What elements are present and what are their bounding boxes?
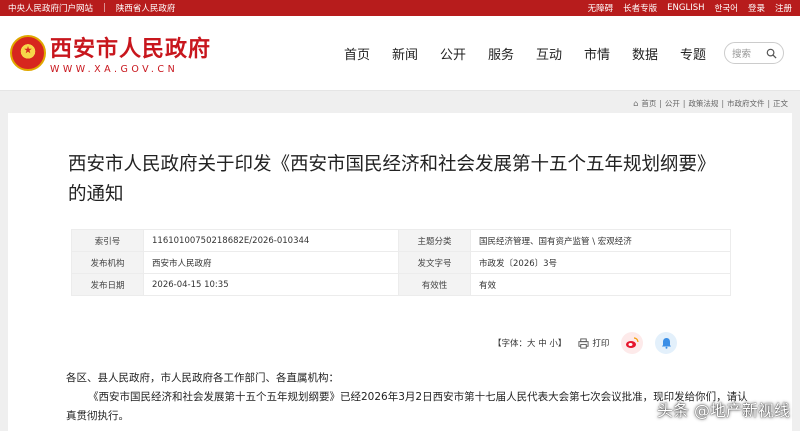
- font-size-control[interactable]: 【字体：大 中 小】: [493, 337, 566, 349]
- table-row: 发布日期 2026-04-15 10:35 有效性 有效: [71, 273, 731, 296]
- breadcrumb-sep: |: [682, 98, 686, 108]
- breadcrumb-sep: |: [721, 98, 724, 108]
- elder-mode-link[interactable]: 长者专版: [623, 2, 657, 14]
- meta-value: 国民经济管理、国有资产监管 \ 宏观经济: [470, 229, 731, 252]
- korean-link[interactable]: 한국어: [715, 2, 738, 14]
- nav-topics[interactable]: 专题: [669, 44, 717, 63]
- top-bar-links: 中央人民政府门户网站 | 陕西省人民政府: [8, 2, 175, 14]
- logo-title: 西安市人民政府: [50, 36, 212, 62]
- link-central-gov[interactable]: 中央人民政府门户网站: [8, 2, 93, 14]
- meta-key: 有效性: [398, 273, 471, 296]
- print-button[interactable]: 打印: [578, 337, 609, 349]
- site-logo[interactable]: 西安市人民政府 WWW.XA.GOV.CN: [10, 31, 310, 75]
- search-box[interactable]: 搜索: [724, 42, 784, 64]
- meta-value: 116101007502186​82E/2026-010344: [143, 229, 399, 252]
- english-link[interactable]: ENGLISH: [667, 3, 704, 13]
- meta-value: 西安市人民政府: [143, 251, 399, 274]
- logo-domain: WWW.XA.GOV.CN: [50, 64, 179, 75]
- breadcrumb-sep: |: [767, 98, 770, 108]
- divider: |: [103, 3, 106, 13]
- meta-value: 市政发〔2026〕3号: [470, 251, 731, 274]
- article-card: 西安市人民政府关于印发《西安市国民经济和社会发展第十五个五年规划纲要》的通知 索…: [8, 113, 792, 431]
- breadcrumb-public[interactable]: 公开: [665, 98, 680, 109]
- print-label: 打印: [592, 339, 610, 349]
- meta-key: 主题分类: [398, 229, 471, 252]
- nav-home[interactable]: 首页: [333, 44, 381, 63]
- search-icon[interactable]: [766, 48, 777, 59]
- article-title: 西安市人民政府关于印发《西安市国民经济和社会发展第十五个五年规划纲要》的通知: [68, 154, 716, 205]
- printer-icon: [578, 337, 589, 349]
- nav-city-info[interactable]: 市情: [573, 44, 621, 63]
- register-link[interactable]: 注册: [775, 2, 792, 14]
- weibo-share-icon[interactable]: [621, 332, 644, 354]
- meta-key: 索引号: [71, 229, 144, 252]
- watermark: 头条 @地产新视线: [656, 401, 790, 420]
- national-emblem-icon: [10, 35, 46, 71]
- top-bar-utilities: 无障碍 长者专版 ENGLISH 한국어 登录 注册: [588, 2, 792, 14]
- body-paragraph: 《西安市国民经济和社会发展第十五个五年规划纲要》已经2026年3月2日西安市第十…: [66, 391, 748, 422]
- meta-value: 2026-04-15 10:35: [143, 273, 399, 296]
- article-body: 各区、县人民政府，市人民政府各工作部门、各直属机构： 《西安市国民经济和社会发展…: [66, 369, 756, 426]
- salutation: 各区、县人民政府，市人民政府各工作部门、各直属机构：: [66, 372, 339, 384]
- breadcrumb-city-docs[interactable]: 市政府文件: [727, 98, 765, 109]
- nav-interact[interactable]: 互动: [525, 44, 573, 63]
- table-row: 发布机构 西安市人民政府 发文字号 市政发〔2026〕3号: [71, 251, 731, 274]
- document-meta-table: 索引号 116101007502186​82E/2026-010344 主题分类…: [71, 229, 731, 296]
- subscribe-bell-icon[interactable]: [655, 332, 678, 354]
- table-row: 索引号 116101007502186​82E/2026-010344 主题分类…: [71, 229, 731, 252]
- site-header: 西安市人民政府 WWW.XA.GOV.CN 首页 新闻 公开 服务 互动 市情 …: [0, 16, 800, 91]
- meta-key: 发布日期: [71, 273, 144, 296]
- breadcrumb-policy[interactable]: 政策法规: [688, 98, 718, 109]
- breadcrumb: ⌂ 首页 | 公开 | 政策法规 | 市政府文件 | 正文: [0, 93, 800, 113]
- home-icon: ⌂: [633, 98, 639, 108]
- nav-data[interactable]: 数据: [621, 44, 669, 63]
- accessibility-link[interactable]: 无障碍: [588, 2, 614, 14]
- meta-key: 发文字号: [398, 251, 471, 274]
- meta-key: 发布机构: [71, 251, 144, 274]
- breadcrumb-sep: |: [659, 98, 662, 108]
- nav-news[interactable]: 新闻: [381, 44, 429, 63]
- breadcrumb-home[interactable]: 首页: [641, 98, 656, 109]
- login-link[interactable]: 登录: [748, 2, 765, 14]
- top-bar: 中央人民政府门户网站 | 陕西省人民政府 无障碍 长者专版 ENGLISH 한국…: [0, 0, 800, 16]
- main-nav: 首页 新闻 公开 服务 互动 市情 数据 专题: [333, 44, 717, 63]
- meta-value: 有效: [470, 273, 731, 296]
- logo-text: 西安市人民政府 WWW.XA.GOV.CN: [50, 31, 211, 75]
- breadcrumb-current: 正文: [773, 98, 788, 108]
- link-shaanxi-gov[interactable]: 陕西省人民政府: [116, 2, 176, 14]
- article-tools: 【字体：大 中 小】 打印: [493, 332, 678, 354]
- nav-public[interactable]: 公开: [429, 44, 477, 63]
- nav-service[interactable]: 服务: [477, 44, 525, 63]
- search-placeholder: 搜索: [732, 49, 752, 60]
